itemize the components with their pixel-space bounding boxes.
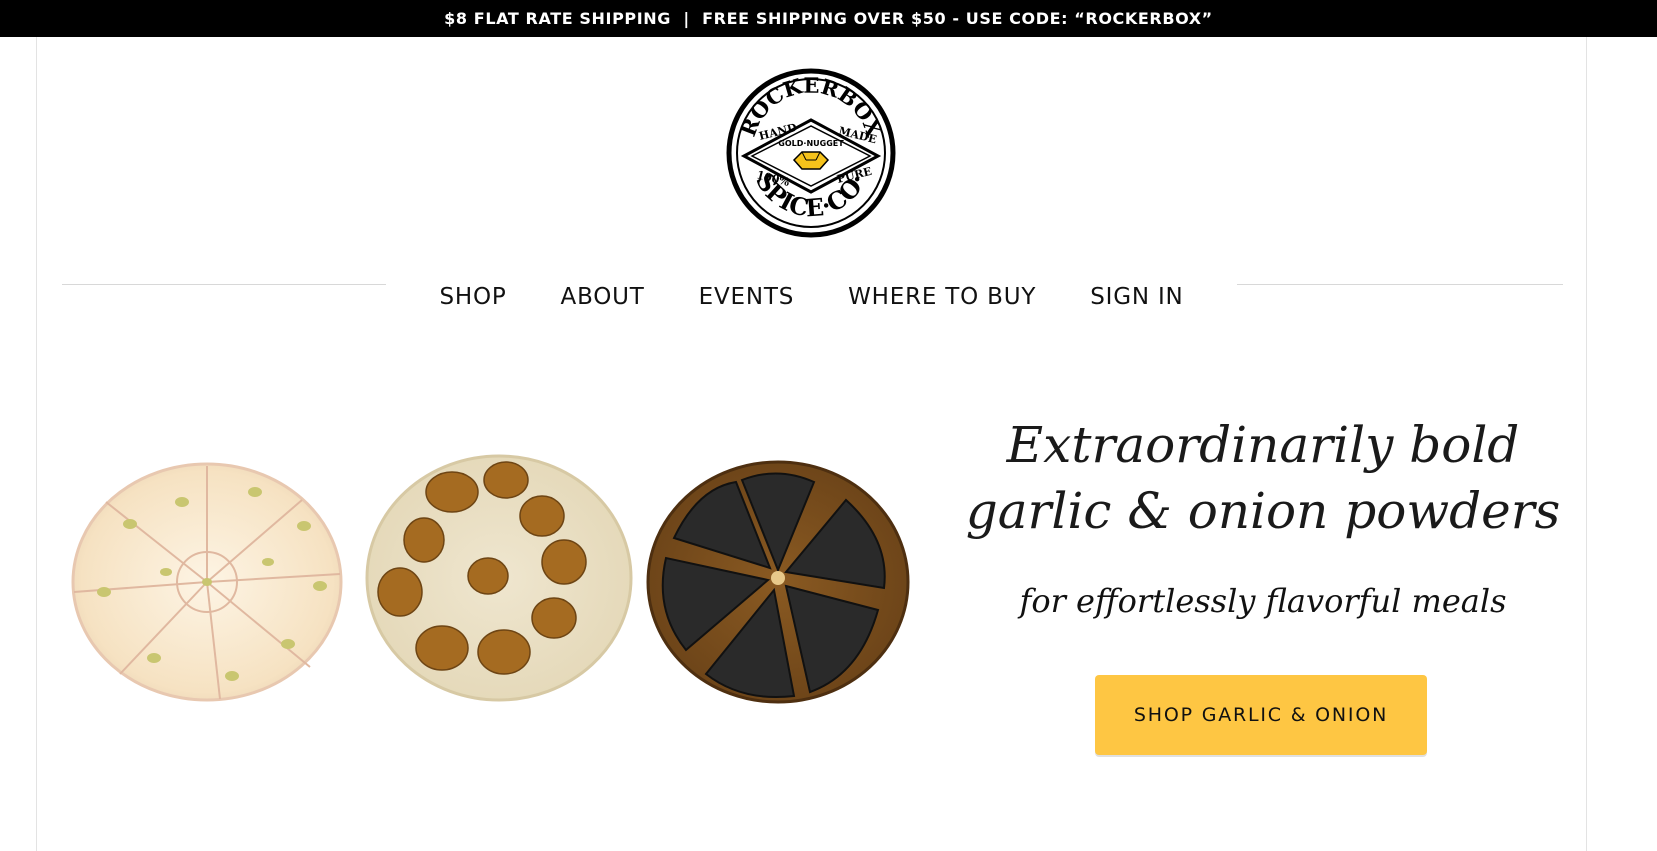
- hero-headline-line2: garlic & onion powders: [965, 482, 1561, 540]
- nav-item-sign-in[interactable]: SIGN IN: [1090, 284, 1183, 310]
- nav-item-events[interactable]: EVENTS: [699, 284, 794, 310]
- nav-divider-right: [1237, 284, 1563, 285]
- hero-headline: Extraordinarily bold garlic & onion powd…: [948, 412, 1578, 544]
- shop-garlic-onion-button[interactable]: SHOP GARLIC & ONION: [1095, 675, 1427, 755]
- announcement-text: $8 FLAT RATE SHIPPING | FREE SHIPPING OV…: [444, 9, 1213, 28]
- hero-headline-line1: Extraordinarily bold: [1006, 416, 1520, 474]
- main-nav: SHOP ABOUT EVENTS WHERE TO BUY SIGN IN: [386, 272, 1237, 322]
- roasted-garlic-image: [365, 454, 633, 702]
- nav-item-about[interactable]: ABOUT: [561, 284, 645, 310]
- hero-subhead: for effortlessly flavorful meals: [1019, 582, 1507, 620]
- nav-item-where-to-buy[interactable]: WHERE TO BUY: [848, 284, 1036, 310]
- rockerbox-logo[interactable]: ROCKERBOX SPICE·CO· HAND MADE 100% PURE …: [726, 68, 896, 238]
- nav-item-shop[interactable]: SHOP: [439, 284, 506, 310]
- black-garlic-image: [646, 460, 910, 704]
- announcement-bar: $8 FLAT RATE SHIPPING | FREE SHIPPING OV…: [0, 0, 1657, 37]
- nav-divider-left: [62, 284, 386, 285]
- logo-center-text: GOLD·NUGGET: [778, 139, 844, 148]
- shop-garlic-onion-label: SHOP GARLIC & ONION: [1133, 704, 1389, 726]
- raw-garlic-image: [71, 462, 343, 702]
